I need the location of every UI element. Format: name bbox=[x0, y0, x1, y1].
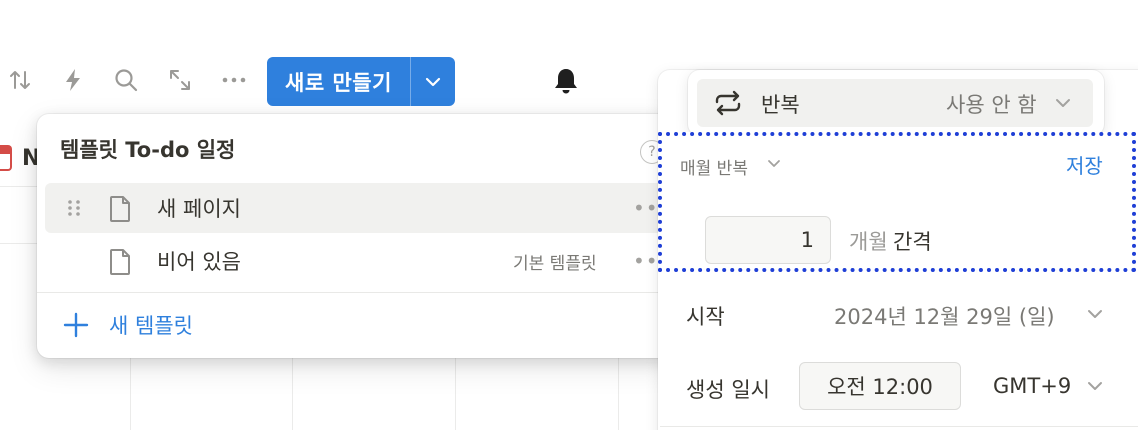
more-icon[interactable] bbox=[220, 66, 248, 94]
template-item-empty[interactable]: 비어 있음 기본 템플릿 ••• bbox=[45, 236, 677, 286]
chevron-down-icon[interactable] bbox=[1086, 377, 1104, 395]
start-date-value[interactable]: 2024년 12월 29일 (일) bbox=[834, 301, 1055, 331]
divider bbox=[660, 426, 1138, 427]
default-template-badge: 기본 템플릿 bbox=[513, 253, 597, 274]
search-icon[interactable] bbox=[112, 66, 140, 94]
page-icon bbox=[107, 248, 133, 276]
divider bbox=[37, 292, 677, 293]
new-button-label[interactable]: 새로 만들기 bbox=[267, 57, 410, 106]
bell-icon[interactable] bbox=[551, 66, 581, 96]
template-item-label: 비어 있음 bbox=[157, 250, 241, 274]
start-label: 시작 bbox=[686, 305, 725, 329]
chevron-down-icon[interactable] bbox=[411, 57, 455, 106]
repeat-icon bbox=[713, 89, 743, 117]
template-item-new-page[interactable]: 새 페이지 ••• bbox=[45, 183, 677, 233]
calendar-item-fragment[interactable]: N bbox=[0, 143, 40, 173]
add-template-button[interactable]: 새 템플릿 bbox=[63, 310, 193, 340]
chevron-down-icon[interactable] bbox=[1086, 305, 1104, 323]
plus-icon bbox=[63, 312, 89, 338]
time-button[interactable]: 오전 12:00 bbox=[799, 362, 961, 410]
chevron-down-icon[interactable] bbox=[1054, 94, 1072, 112]
chevron-down-icon[interactable] bbox=[766, 156, 782, 172]
expand-icon[interactable] bbox=[166, 66, 194, 94]
repeat-value[interactable]: 사용 안 함 bbox=[946, 89, 1037, 119]
add-template-label: 새 템플릿 bbox=[109, 314, 193, 338]
template-popup: 템플릿 To-do 일정 ? 새 페이지 ••• 비어 있음 기본 템플릿 ••… bbox=[37, 114, 677, 358]
page-icon bbox=[107, 195, 133, 223]
interval-unit: 개월 bbox=[849, 230, 888, 254]
timezone-value[interactable]: GMT+9 bbox=[993, 374, 1071, 398]
frequency-dropdown[interactable]: 매월 반복 bbox=[680, 154, 748, 179]
sort-icon[interactable] bbox=[6, 66, 34, 94]
template-item-label: 새 페이지 bbox=[157, 197, 241, 221]
interval-word: 간격 bbox=[893, 230, 932, 254]
automation-icon[interactable] bbox=[59, 66, 87, 94]
calendar-icon bbox=[0, 145, 12, 171]
repeat-label: 반복 bbox=[761, 93, 800, 117]
created-time-label: 생성 일시 bbox=[686, 378, 770, 402]
new-button[interactable]: 새로 만들기 bbox=[267, 57, 455, 106]
interval-input[interactable]: 1 bbox=[705, 216, 831, 264]
popup-title: 템플릿 To-do 일정 bbox=[60, 138, 236, 162]
save-button[interactable]: 저장 bbox=[1066, 150, 1103, 179]
drag-handle-icon[interactable] bbox=[65, 198, 83, 218]
